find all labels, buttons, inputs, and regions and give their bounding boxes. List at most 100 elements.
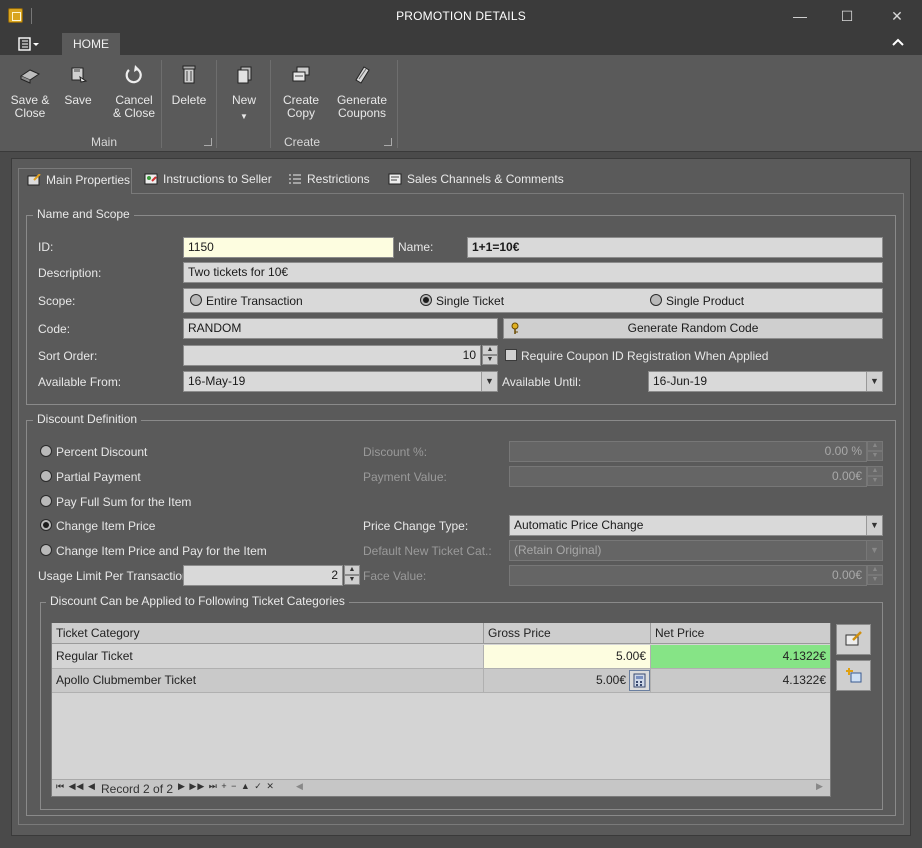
minimize-button[interactable]: — — [777, 4, 823, 28]
ribbon-tab-row — [0, 32, 922, 55]
grid-navigator: ⏮ ◀◀ ◀ Record 2 of 2 ▶ ▶▶ ⏭ + − ▲ ✓ ✕ ◀ … — [52, 779, 830, 796]
dialog-launcher-icon[interactable] — [384, 138, 392, 146]
change-item-price-label: Change Item Price — [56, 519, 156, 533]
price-change-type-dropdown[interactable]: Automatic Price Change — [509, 515, 883, 536]
require-coupon-checkbox[interactable] — [505, 349, 517, 361]
comments-icon — [388, 170, 402, 185]
ribbon-group-separator — [216, 60, 217, 148]
sort-order-field[interactable]: 10 — [183, 345, 481, 366]
usage-limit-spinner[interactable]: ▲ ▼ — [344, 565, 360, 585]
available-until-label: Available Until: — [502, 375, 582, 389]
new-button[interactable]: New ▼ — [224, 60, 264, 123]
ribbon-group-separator — [397, 60, 398, 148]
tab-main-properties[interactable]: Main Properties — [18, 168, 132, 194]
scope-single-ticket-radio[interactable] — [420, 294, 432, 306]
edit-category-button[interactable] — [836, 624, 871, 655]
available-from-dropdown[interactable]: 16-May-19 — [183, 371, 498, 392]
table-row-net[interactable]: 4.1322€ — [651, 669, 830, 693]
available-from-label: Available From: — [38, 375, 122, 389]
column-header-ticket-category[interactable]: Ticket Category — [52, 623, 484, 644]
column-header-gross-price[interactable]: Gross Price — [484, 623, 651, 644]
face-value-spinner: ▲ ▼ — [867, 565, 883, 585]
discount-definition-title: Discount Definition — [33, 412, 142, 426]
scope-label: Scope: — [38, 294, 76, 308]
generate-coupons-button[interactable]: Generate Coupons — [334, 60, 390, 120]
price-change-type-label: Price Change Type: — [363, 519, 469, 533]
default-ticket-cat-dropdown: (Retain Original) — [509, 540, 883, 561]
usage-limit-field[interactable]: 2 — [183, 565, 343, 586]
name-field[interactable]: 1+1=10€ — [467, 237, 883, 258]
id-field[interactable]: 1150 — [183, 237, 394, 258]
ribbon-group-label-main: Main — [90, 135, 117, 149]
description-field[interactable]: Two tickets for 10€ — [183, 262, 883, 283]
navigator-first-prev-icons[interactable]: ⏮ ◀◀ ◀ — [56, 781, 96, 792]
add-category-button[interactable] — [836, 660, 871, 691]
ticket-categories-title: Discount Can be Applied to Following Tic… — [46, 594, 349, 608]
percent-discount-label: Percent Discount — [56, 445, 148, 459]
chevron-down-icon[interactable]: ▼ — [866, 372, 882, 391]
pay-full-sum-label: Pay Full Sum for the Item — [56, 495, 192, 509]
change-price-and-pay-radio[interactable] — [40, 544, 52, 556]
save-close-button[interactable]: Save & Close — [6, 60, 54, 120]
table-row-category[interactable]: Regular Ticket — [52, 645, 484, 669]
record-counter: Record 2 of 2 — [101, 782, 174, 796]
percent-discount-radio[interactable] — [40, 445, 52, 457]
close-button[interactable]: ✕ — [874, 4, 920, 28]
face-value-field: 0.00€ — [509, 565, 867, 586]
scope-entire-transaction-label: Entire Transaction — [206, 294, 303, 308]
payment-value-field: 0.00€ — [509, 466, 867, 487]
create-copy-button[interactable]: Create Copy — [278, 60, 324, 120]
scope-entire-transaction-radio[interactable] — [190, 294, 202, 306]
trash-icon — [177, 64, 201, 86]
default-ticket-cat-label: Default New Ticket Cat.: — [363, 544, 492, 558]
dialog-launcher-icon[interactable] — [204, 138, 212, 146]
generate-random-code-button[interactable]: Generate Random Code — [503, 318, 883, 339]
chevron-down-icon[interactable]: ▼ — [481, 372, 497, 391]
table-row-net[interactable]: 4.1322€ — [651, 645, 830, 669]
spin-up-icon[interactable]: ▲ — [482, 345, 498, 355]
delete-button[interactable]: Delete — [167, 60, 211, 107]
sort-order-label: Sort Order: — [38, 349, 98, 363]
save-close-icon — [18, 64, 42, 86]
sort-order-spinner[interactable]: ▲ ▼ — [482, 345, 498, 365]
add-icon — [845, 667, 863, 686]
pay-full-sum-radio[interactable] — [40, 495, 52, 507]
table-row-category[interactable]: Apollo Clubmember Ticket — [52, 669, 484, 693]
tab-instructions-to-seller[interactable]: Instructions to Seller — [140, 168, 280, 194]
maximize-button[interactable]: ☐ — [824, 4, 870, 28]
tab-restrictions[interactable]: Restrictions — [284, 168, 378, 194]
collapse-ribbon-icon[interactable] — [891, 37, 905, 51]
scroll-right-icon[interactable]: ▶ — [816, 781, 823, 792]
scroll-left-icon[interactable]: ◀ — [296, 781, 303, 792]
table-row-gross[interactable]: 5.00€ — [484, 669, 651, 693]
spin-up-icon[interactable]: ▲ — [344, 565, 360, 575]
column-header-net-price[interactable]: Net Price — [651, 623, 830, 644]
calculator-icon[interactable] — [629, 670, 650, 691]
ribbon-tab-home[interactable]: HOME — [62, 33, 120, 55]
properties-icon — [27, 171, 41, 186]
partial-payment-radio[interactable] — [40, 470, 52, 482]
chevron-down-icon[interactable]: ▼ — [866, 516, 882, 535]
navigator-next-last-icons[interactable]: ▶ ▶▶ ⏭ + − ▲ ✓ ✕ — [178, 781, 275, 792]
spin-down-icon[interactable]: ▼ — [482, 355, 498, 365]
ribbon-group-separator — [161, 60, 162, 148]
save-icon — [66, 64, 90, 86]
tab-sales-channels-comments[interactable]: Sales Channels & Comments — [384, 168, 572, 194]
new-document-icon — [232, 64, 256, 86]
table-row-gross[interactable]: 5.00€ — [484, 645, 651, 669]
save-button[interactable]: Save — [58, 60, 98, 107]
coupon-icon — [350, 64, 374, 86]
spin-down-icon[interactable]: ▼ — [344, 575, 360, 585]
scope-single-product-radio[interactable] — [650, 294, 662, 306]
code-field[interactable]: RANDOM — [183, 318, 498, 339]
quick-access-menu-icon[interactable] — [18, 37, 39, 51]
discount-pct-spinner: ▲ ▼ — [867, 441, 883, 461]
discount-pct-label: Discount %: — [363, 445, 428, 459]
instructions-icon — [144, 170, 158, 185]
change-item-price-radio[interactable] — [40, 519, 52, 531]
cancel-close-button[interactable]: Cancel & Close — [109, 60, 159, 120]
ribbon-group-separator — [270, 60, 271, 148]
discount-pct-field: 0.00 % — [509, 441, 867, 462]
available-until-dropdown[interactable]: 16-Jun-19 — [648, 371, 883, 392]
require-coupon-label: Require Coupon ID Registration When Appl… — [521, 349, 769, 363]
